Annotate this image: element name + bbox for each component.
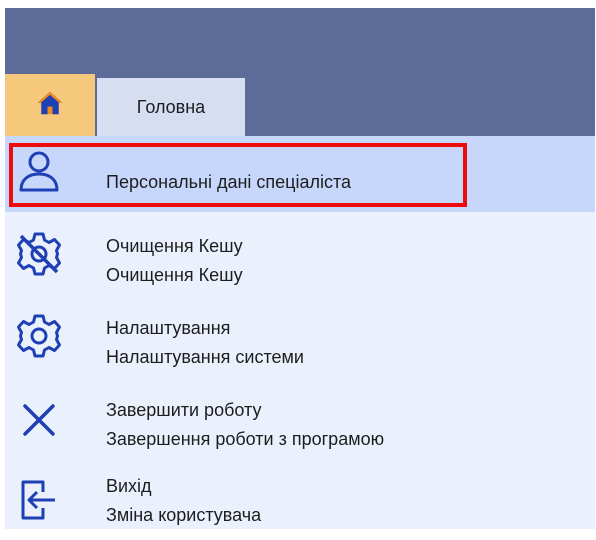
menu-item-subtitle: Зміна користувача xyxy=(106,505,262,525)
tab-main[interactable]: Головна xyxy=(97,78,245,136)
logout-icon xyxy=(15,476,63,524)
user-icon xyxy=(15,148,63,196)
main-menu: Персональні дані спеціаліста Очищення Ке… xyxy=(5,136,595,529)
ribbon-tab-strip: Головна xyxy=(5,74,595,136)
home-tab[interactable] xyxy=(5,74,95,136)
menu-item-clear-cache[interactable]: Очищення Кешу Очищення Кешу xyxy=(5,218,595,294)
menu-item-settings[interactable]: Налаштування Налаштування системи xyxy=(5,300,595,376)
menu-item-exit-app[interactable]: Завершити роботу Завершення роботи з про… xyxy=(5,382,595,458)
menu-item-title: Очищення Кешу xyxy=(106,236,243,256)
menu-item-title: Завершити роботу xyxy=(106,400,262,420)
close-icon xyxy=(15,396,63,444)
menu-item-title: Налаштування xyxy=(106,318,231,338)
home-icon xyxy=(35,88,65,123)
menu-item-personal-data[interactable]: Персональні дані спеціаліста xyxy=(5,136,595,212)
menu-item-title: Вихід xyxy=(106,476,152,496)
menu-item-title: Персональні дані спеціаліста xyxy=(106,172,352,192)
menu-item-subtitle: Очищення Кешу xyxy=(106,265,243,285)
menu-item-subtitle: Завершення роботи з програмою xyxy=(106,429,385,449)
gear-icon xyxy=(15,312,63,360)
title-bar xyxy=(5,8,595,74)
tab-main-label: Головна xyxy=(136,96,206,117)
menu-item-subtitle: Налаштування системи xyxy=(106,347,304,367)
settings-off-icon xyxy=(15,230,63,278)
